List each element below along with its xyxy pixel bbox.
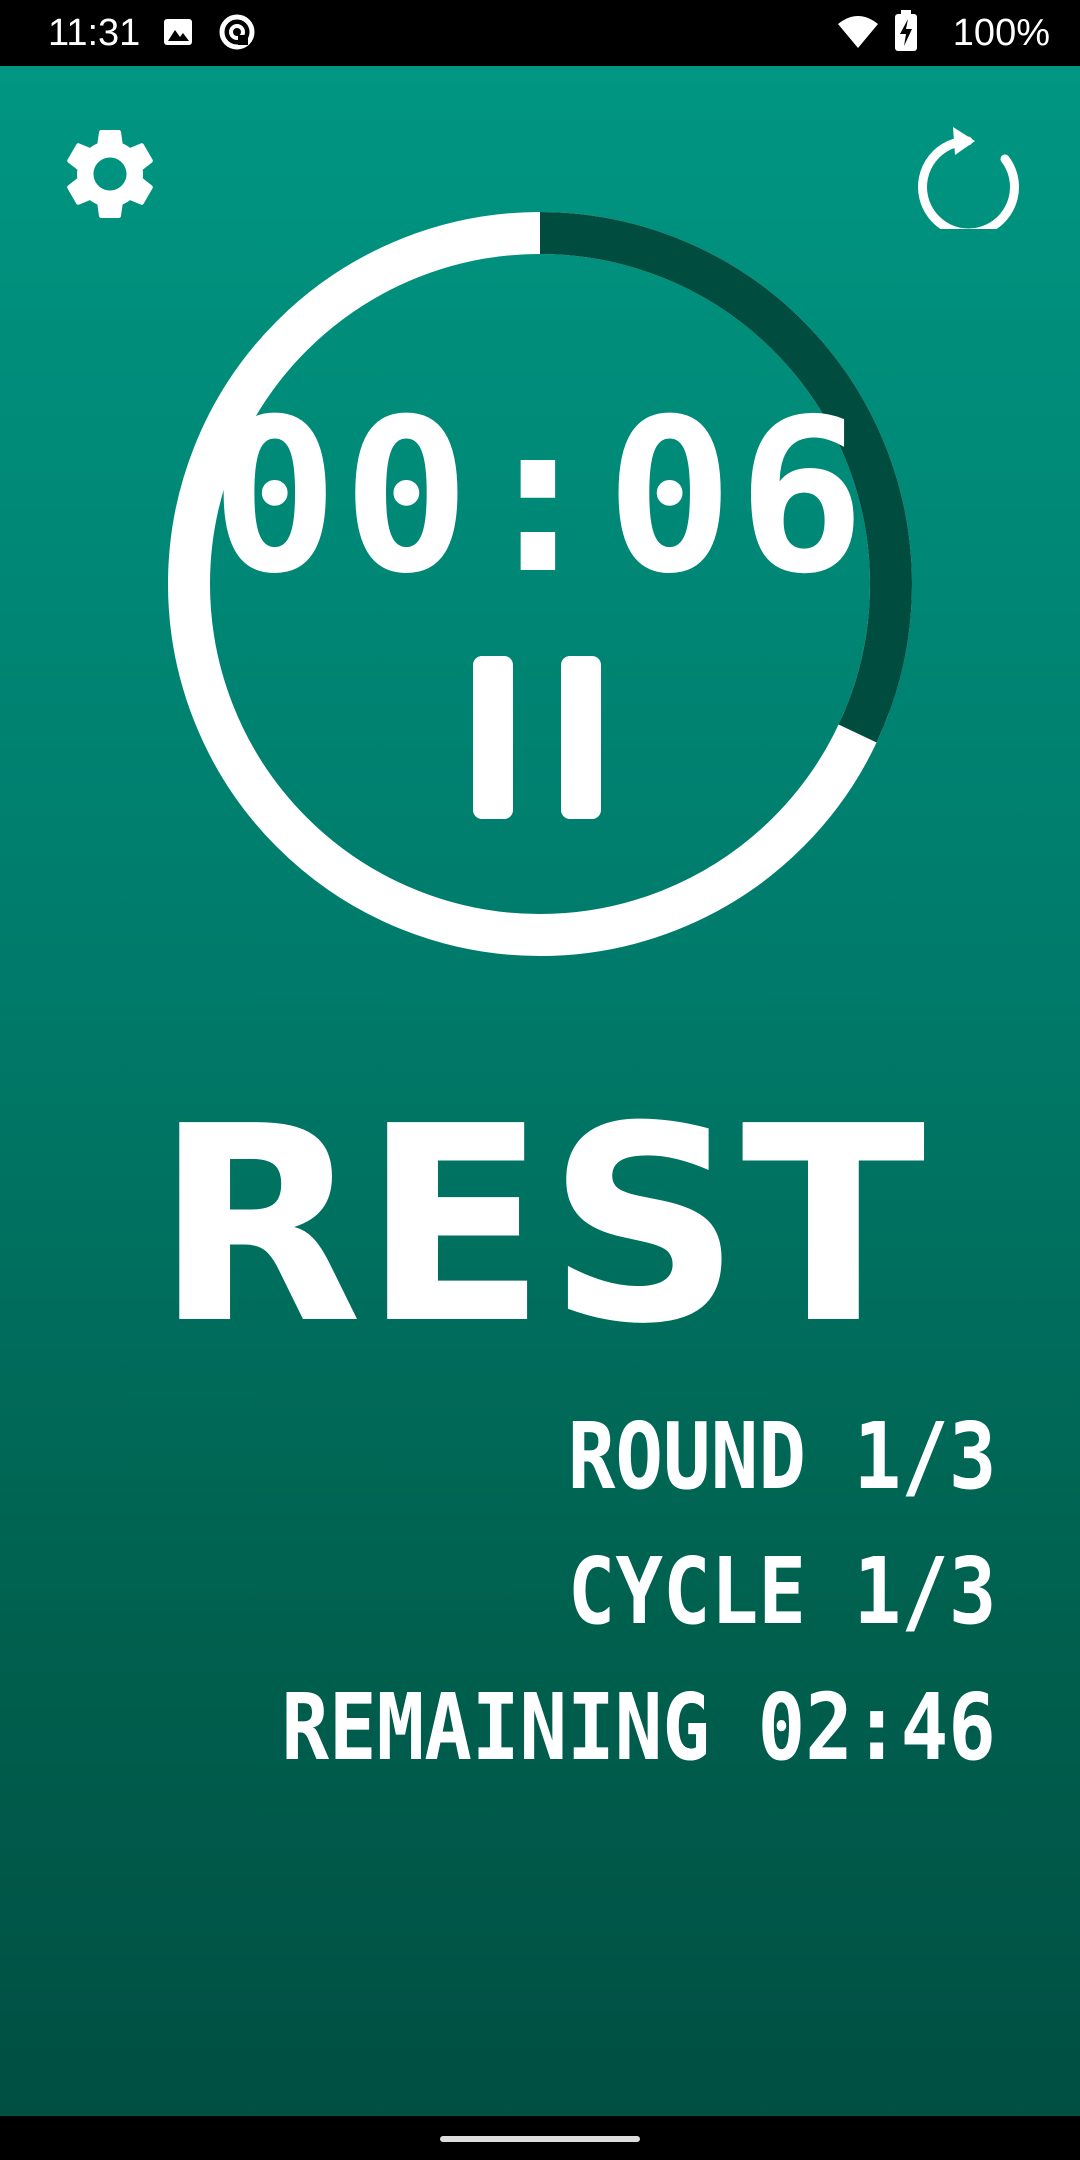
- wifi-icon: [836, 14, 880, 54]
- gear-icon: [67, 130, 153, 218]
- phase-label: REST: [154, 1068, 926, 1383]
- image-icon: [162, 16, 194, 52]
- pause-button[interactable]: [470, 656, 610, 826]
- cycle-counter: CYCLE 1/3: [567, 1538, 996, 1645]
- status-time: 11:31: [48, 12, 141, 54]
- timer-screen: 00:06 REST ROUND 1/3 CYCLE 1/3 REMAINING…: [0, 66, 1080, 2116]
- navigation-bar: [0, 2116, 1080, 2160]
- status-bar: 11:31 100%: [0, 0, 1080, 66]
- round-counter: ROUND 1/3: [567, 1403, 996, 1510]
- restart-icon: [918, 127, 1019, 229]
- home-gesture-handle[interactable]: [440, 2136, 640, 2142]
- remaining-time: REMAINING 02:46: [281, 1674, 996, 1781]
- sync-icon: [218, 13, 256, 55]
- battery-charging-icon: [894, 10, 918, 56]
- settings-button[interactable]: [55, 119, 165, 229]
- pause-icon: [473, 656, 601, 819]
- battery-percent: 100%: [952, 12, 1050, 54]
- reset-button[interactable]: [913, 119, 1023, 229]
- timer-display: 00:06: [210, 373, 870, 620]
